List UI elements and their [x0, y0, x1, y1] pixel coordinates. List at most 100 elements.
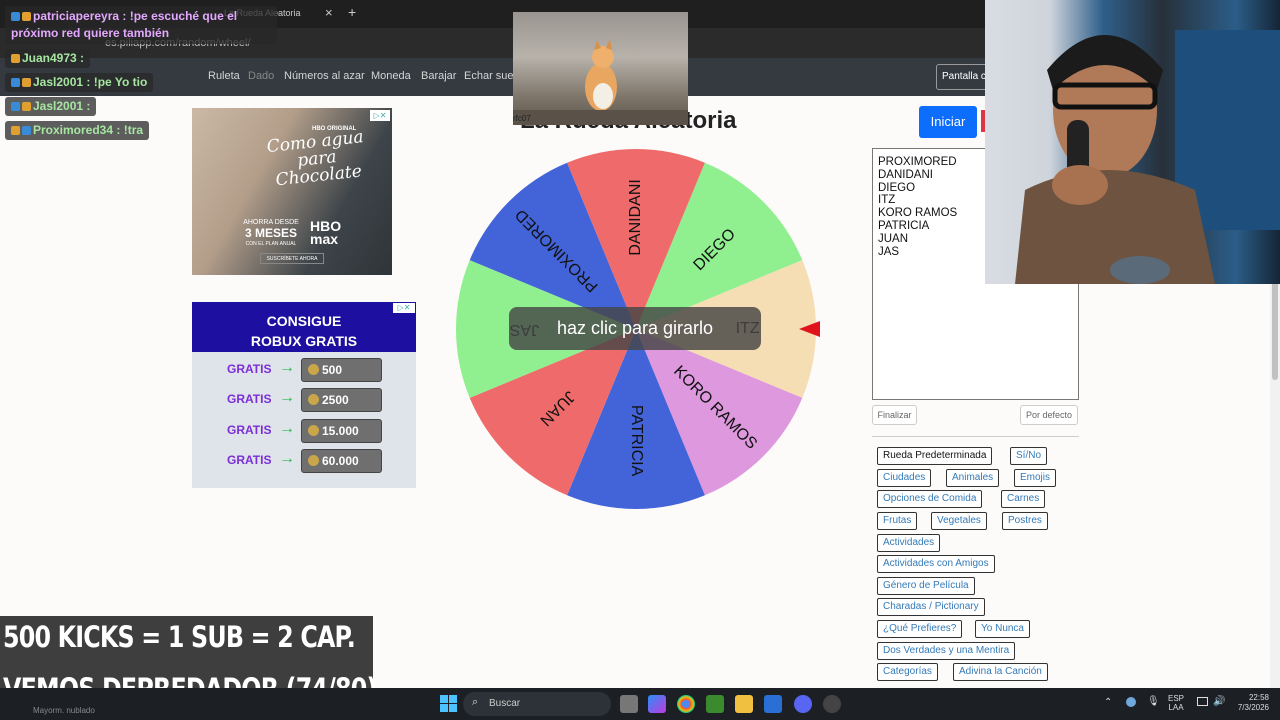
cat-image	[513, 39, 688, 125]
category-yo-nunca[interactable]: Yo Nunca	[975, 620, 1030, 638]
category-emojis[interactable]: Emojis	[1014, 469, 1057, 487]
file-explorer-icon[interactable]	[735, 695, 753, 713]
adchoices-icon[interactable]: ▷✕	[393, 303, 415, 313]
badge-icon	[22, 12, 31, 21]
streamer-image	[1015, 30, 1280, 284]
category-genero-de-pelicula[interactable]: Género de Película	[877, 577, 975, 595]
streamer-webcam	[985, 0, 1280, 284]
finalize-button[interactable]: Finalizar	[872, 405, 917, 425]
robux-row[interactable]: GRATIS → 500	[192, 358, 416, 382]
wheel-pointer-icon	[799, 321, 820, 337]
category-actividades-con-amigos[interactable]: Actividades con Amigos	[877, 555, 995, 573]
windows-start-icon[interactable]	[440, 695, 457, 712]
taskbar-clock[interactable]: 22:58 7/3/2026	[1229, 693, 1269, 713]
arrow-right-icon: →	[279, 359, 295, 376]
robux-label: GRATIS	[227, 423, 272, 437]
badge-icon	[11, 102, 20, 111]
robux-amount: 15.000	[301, 419, 382, 443]
chat-message: Proximored34 : !tra	[5, 121, 150, 140]
spin-prompt[interactable]: haz clic para girarlo	[509, 307, 761, 350]
robux-coin-icon	[308, 364, 319, 375]
windows-taskbar	[0, 688, 1280, 720]
language-indicator[interactable]: ESP LAA	[1168, 694, 1184, 712]
category-si-no[interactable]: Sí/No	[1010, 447, 1048, 465]
robux-ad[interactable]: CONSIGUE ROBUX GRATIS GRATIS → 500 GRATI…	[192, 302, 416, 488]
ad-cta[interactable]: SUSCRÍBETE AHORA	[260, 253, 324, 264]
badge-icon	[11, 78, 20, 87]
chat-text: !pe Yo tio	[93, 75, 148, 89]
robux-row[interactable]: GRATIS → 2500	[192, 388, 416, 412]
category-opciones-de-comida[interactable]: Opciones de Comida	[877, 490, 983, 508]
chat-user: Jasl2001	[33, 99, 84, 113]
volume-icon[interactable]: 🔊	[1213, 696, 1225, 707]
store-icon[interactable]	[764, 695, 782, 713]
category-rueda-predeterminada[interactable]: Rueda Predeterminada	[877, 447, 993, 465]
robux-label: GRATIS	[227, 392, 272, 406]
chat-user: Juan4973	[22, 51, 77, 65]
category-actividades[interactable]: Actividades	[877, 534, 941, 552]
category-adivina-la-cancion[interactable]: Adivina la Canción	[953, 663, 1048, 681]
cat-cam-tag: rfc07	[513, 114, 531, 123]
search-placeholder: Buscar	[489, 698, 521, 709]
badge-icon	[11, 126, 20, 135]
robux-row[interactable]: GRATIS → 60.000	[192, 449, 416, 473]
discord-icon[interactable]	[794, 695, 812, 713]
robux-coin-icon	[308, 425, 319, 436]
new-tab-icon[interactable]: +	[348, 4, 356, 20]
ad-headline: CONSIGUE ROBUX GRATIS	[192, 302, 416, 352]
chrome-icon[interactable]	[677, 695, 695, 713]
badge-icon	[22, 78, 31, 87]
hbo-max-logo: HBO max	[310, 218, 342, 247]
badge-icon	[22, 102, 31, 111]
ad-offer-sub: CON EL PLAN ANUAL	[245, 241, 297, 247]
network-icon[interactable]	[1197, 697, 1208, 706]
obs-icon[interactable]	[823, 695, 841, 713]
category-dos-verdades[interactable]: Dos Verdades y una Mentira	[877, 642, 1016, 660]
category-vegetales[interactable]: Vegetales	[931, 512, 987, 530]
copilot-icon[interactable]	[648, 695, 666, 713]
robux-coin-icon	[308, 394, 319, 405]
badge-icon	[11, 54, 20, 63]
minecraft-icon[interactable]	[706, 695, 724, 713]
chat-user: Proximored34	[33, 123, 114, 137]
arrow-right-icon: →	[279, 450, 295, 467]
wheel-segment-label: DANIDANI	[627, 179, 644, 255]
task-view-icon[interactable]	[620, 695, 638, 713]
adchoices-icon[interactable]: ▷✕	[370, 110, 390, 121]
chevron-up-icon[interactable]: ⌃	[1104, 697, 1112, 708]
badge-icon	[11, 12, 20, 21]
banner-line-1: 500 KICKS = 1 SUB = 2 CAP.	[3, 620, 356, 654]
chat-text: !tra	[123, 123, 144, 137]
category-carnes[interactable]: Carnes	[1001, 490, 1046, 508]
category-que-prefieres[interactable]: ¿Qué Prefieres?	[877, 620, 963, 638]
nav-numeros[interactable]: Números al azar	[284, 70, 365, 82]
category-animales[interactable]: Animales	[946, 469, 1000, 487]
category-ciudades[interactable]: Ciudades	[877, 469, 932, 487]
weather-text[interactable]: Mayorm. nublado	[33, 706, 95, 715]
category-postres[interactable]: Postres	[1002, 512, 1048, 530]
microphone-icon[interactable]: 🎙	[1147, 696, 1160, 707]
robux-amount: 60.000	[301, 449, 382, 473]
robux-amount: 2500	[301, 388, 382, 412]
default-button[interactable]: Por defecto	[1020, 405, 1078, 425]
search-icon: ⌕	[472, 696, 479, 708]
close-tab-icon[interactable]: ×	[325, 5, 333, 20]
stream-chat: patriciapereyra : !pe escuché que el pró…	[0, 0, 280, 145]
category-frutas[interactable]: Frutas	[877, 512, 918, 530]
robux-label: GRATIS	[227, 453, 272, 467]
arrow-right-icon: →	[279, 389, 295, 406]
robux-coin-icon	[308, 455, 319, 466]
chat-user: patriciapereyra	[33, 9, 120, 23]
robux-row[interactable]: GRATIS → 15.000	[192, 419, 416, 443]
taskbar-search[interactable]: ⌕ Buscar	[463, 692, 611, 716]
category-charadas-pictionary[interactable]: Charadas / Pictionary	[877, 598, 985, 616]
chat-message: Jasl2001 : !pe Yo tio	[5, 73, 154, 92]
onedrive-icon[interactable]	[1126, 697, 1136, 707]
start-button[interactable]: Iniciar	[919, 106, 977, 138]
robux-amount: 500	[301, 358, 382, 382]
chat-message: patriciapereyra : !pe escuché que el pró…	[5, 6, 277, 44]
category-categorias[interactable]: Categorías	[877, 663, 938, 681]
nav-barajar[interactable]: Barajar	[421, 70, 456, 82]
chat-message: Juan4973 :	[5, 49, 91, 68]
nav-moneda[interactable]: Moneda	[371, 70, 411, 82]
